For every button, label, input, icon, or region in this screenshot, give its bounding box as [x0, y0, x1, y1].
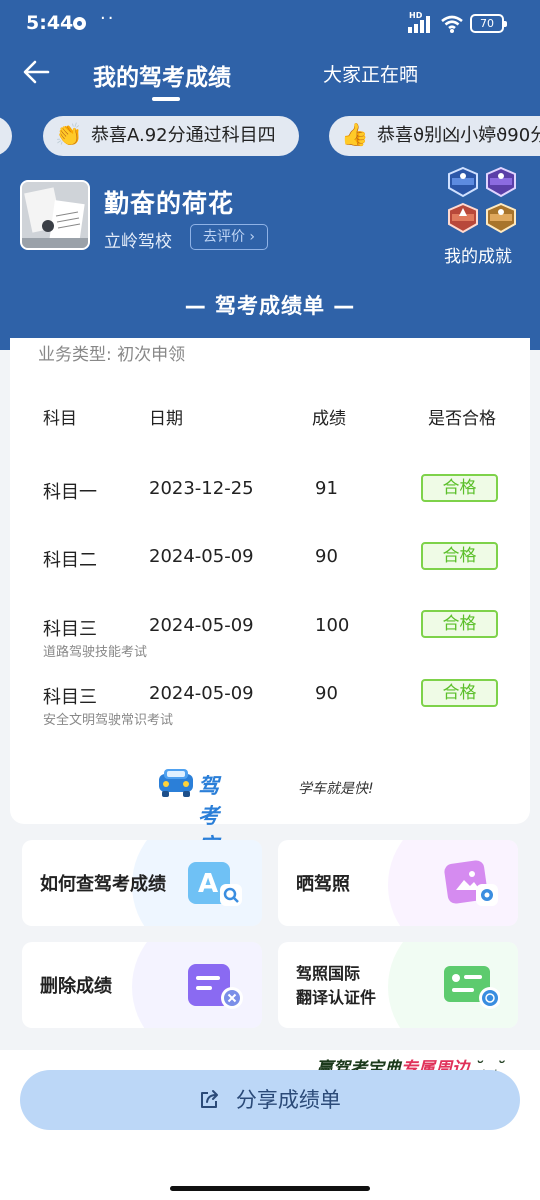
- row-subject: 科目一: [43, 482, 97, 503]
- row-subject: 科目三: [43, 619, 97, 640]
- thumbs-up-emoji-icon: 👍: [341, 123, 369, 148]
- tile-label: 驾照国际: [296, 964, 361, 983]
- driving-school: 立岭驾校: [104, 232, 172, 252]
- badge-icon: [486, 166, 516, 198]
- row-note: 安全文明驾驶常识考试: [43, 713, 174, 728]
- notification-dot-icon: [73, 17, 86, 30]
- tab-everyone-sharing[interactable]: 大家正在晒: [323, 60, 418, 87]
- show-license-tile[interactable]: 晒驾照: [278, 840, 518, 926]
- row-date: 2023-12-25: [149, 478, 254, 499]
- user-name: 勤奋的荷花: [104, 189, 235, 218]
- brand-logo: 驾考宝典 学车就是快!: [156, 766, 374, 888]
- active-tab-indicator: [152, 97, 180, 101]
- achievements-link[interactable]: 我的成就: [444, 242, 512, 267]
- row-score: 91: [315, 478, 338, 499]
- row-subject: 科目二: [43, 550, 97, 571]
- clap-emoji-icon: 👏: [55, 123, 83, 148]
- row-note: 道路驾驶技能考试: [43, 645, 148, 660]
- license-translation-tile[interactable]: 驾照国际 翻译认证件: [278, 942, 518, 1028]
- wifi-icon: [441, 15, 463, 33]
- svg-text:A: A: [198, 869, 218, 899]
- back-arrow-icon[interactable]: [20, 56, 52, 88]
- row-score: 100: [315, 615, 350, 636]
- ticker-text: 恭喜ϑ别凶小婷ϑ90分: [377, 125, 540, 146]
- tile-label: 删除成绩: [40, 976, 112, 997]
- badge-icon: [448, 202, 478, 234]
- badge-icon: [448, 166, 478, 198]
- score-card: 业务类型: 初次申领 科目 日期 成绩 是否合格 科目一 2023-12-25 …: [10, 338, 530, 888]
- delete-scores-tile[interactable]: 删除成绩: [22, 942, 262, 1028]
- header-score: 成绩: [312, 409, 346, 429]
- pass-badge: 合格: [421, 679, 498, 707]
- pass-badge: 合格: [421, 542, 498, 570]
- tile-label: 如何查驾考成绩: [40, 874, 166, 895]
- row-subject: 科目三: [43, 687, 97, 708]
- pass-badge: 合格: [421, 474, 498, 502]
- status-time: 5:44: [26, 12, 74, 34]
- car-logo-icon: [159, 769, 193, 797]
- id-card-icon: [444, 966, 500, 1009]
- pass-badge: 合格: [421, 610, 498, 638]
- tab-my-scores[interactable]: 我的驾考成绩: [93, 58, 231, 92]
- row-date: 2024-05-09: [149, 683, 254, 704]
- how-to-query-scores-tile[interactable]: 如何查驾考成绩 A: [22, 840, 262, 926]
- share-label: 分享成绩单: [235, 1088, 341, 1112]
- ticker-pill: 👏 恭喜A.92分通过科目四: [43, 116, 299, 156]
- ticker-text: 恭喜A.92分通过科目四: [91, 125, 276, 146]
- ticker-pill: [0, 116, 12, 156]
- business-type: 业务类型: 初次申领: [38, 345, 186, 365]
- bottom-bar: 赢驾考宝典专属周边 ˘◡˘ 分享成绩单: [0, 1050, 540, 1200]
- status-more: ··: [100, 8, 116, 29]
- header-date: 日期: [149, 409, 183, 429]
- badge-icon: [486, 202, 516, 234]
- header-subject: 科目: [43, 409, 77, 429]
- section-title: — 驾考成绩单 —: [184, 294, 356, 318]
- signal-icon: [408, 15, 432, 33]
- header-passed: 是否合格: [428, 409, 496, 429]
- ticker-pill: 👍 恭喜ϑ别凶小婷ϑ90分: [329, 116, 540, 156]
- row-score: 90: [315, 546, 338, 567]
- row-date: 2024-05-09: [149, 615, 254, 636]
- share-icon: [201, 1090, 219, 1108]
- search-document-icon: A: [188, 862, 242, 906]
- delete-document-icon: [188, 964, 243, 1009]
- brand-slogan: 学车就是快!: [298, 781, 374, 797]
- photo-share-icon: [444, 860, 498, 906]
- home-indicator: [170, 1186, 370, 1191]
- tile-label: 翻译认证件: [296, 988, 377, 1007]
- battery-icon: 70: [470, 14, 507, 33]
- rate-button[interactable]: 去评价 ›: [190, 224, 268, 250]
- share-scorecard-button[interactable]: 分享成绩单: [20, 1070, 520, 1130]
- header: 5:44 ·· HD 70 我的驾考成绩 大家正在晒 👏 恭喜A.92分通过科目…: [0, 0, 540, 350]
- tile-label: 晒驾照: [296, 874, 350, 895]
- avatar[interactable]: [20, 180, 90, 250]
- achievement-badges[interactable]: [446, 166, 520, 236]
- congrats-ticker: 👏 恭喜A.92分通过科目四 👍 恭喜ϑ别凶小婷ϑ90分: [0, 114, 540, 160]
- status-bar: 5:44 ·· HD 70: [0, 0, 540, 46]
- row-date: 2024-05-09: [149, 546, 254, 567]
- row-score: 90: [315, 683, 338, 704]
